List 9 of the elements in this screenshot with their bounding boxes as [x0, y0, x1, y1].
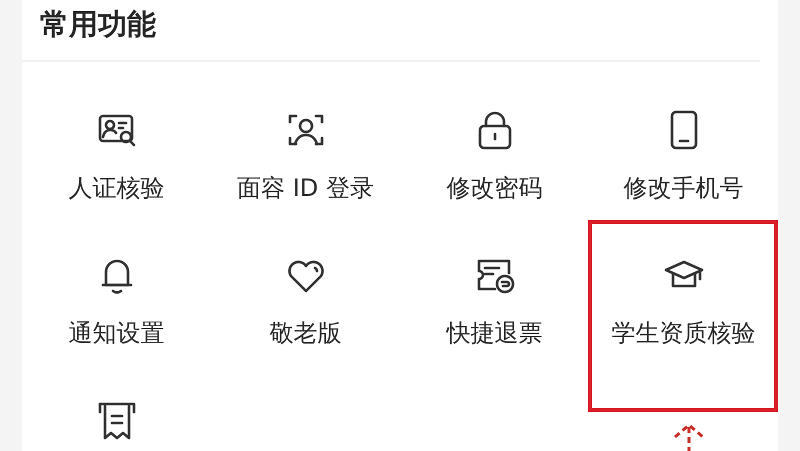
section-title: 常用功能 [39, 6, 157, 43]
feature-label[interactable]: 人证核验 [68, 173, 164, 203]
feature-label[interactable]: 修改密码 [446, 173, 542, 203]
feature-label[interactable]: 学生资质核验 [612, 318, 756, 348]
feature-label[interactable]: 快捷退票 [446, 318, 542, 348]
feature-label[interactable]: 修改手机号 [624, 173, 744, 203]
feature-label[interactable]: 通知设置 [68, 318, 164, 348]
feature-label[interactable]: 敬老版 [270, 318, 342, 348]
feature-label[interactable]: 面容 ID 登录 [237, 173, 374, 203]
